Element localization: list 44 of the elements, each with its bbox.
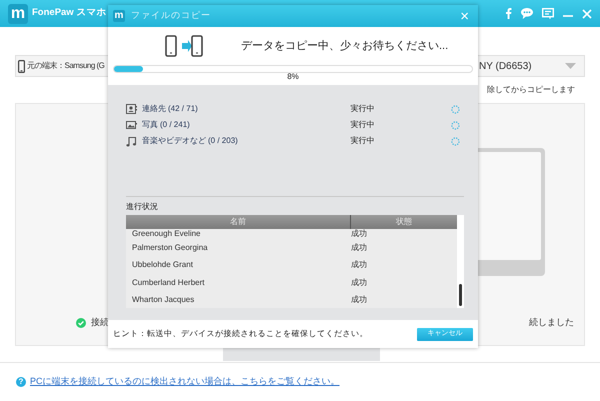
- scrollbar-thumb[interactable]: [459, 284, 462, 306]
- copy-message: データをコピー中、少々お待ちください...: [241, 38, 448, 54]
- help-link[interactable]: PCに端末を接続しているのに検出されない場合は、こちらをご覧ください。: [30, 375, 340, 389]
- chat-icon[interactable]: [521, 8, 533, 19]
- help-icon: ?: [16, 377, 26, 387]
- facebook-icon[interactable]: [505, 8, 512, 19]
- status-cell: 成功: [351, 295, 367, 306]
- contact-name-cell-text: Greenough Eveline: [131, 229, 202, 239]
- dialog-close-button[interactable]: ×: [456, 8, 473, 24]
- transfer-item-label: 連絡先 (42 / 71): [142, 103, 199, 115]
- dialog-logo: m: [113, 10, 125, 22]
- hint-text: ヒント：転送中、デバイスが接続されることを確保してください。: [113, 328, 368, 340]
- app-logo: m: [8, 4, 28, 24]
- transfer-item-status: 実行中: [350, 119, 376, 131]
- app-title: FonePaw スマホ: [32, 6, 106, 20]
- dropdown-caret-icon: [565, 63, 576, 69]
- contact-name-cell-text: Palmerston Georgina: [131, 242, 209, 253]
- status-cell: 成功: [351, 229, 367, 239]
- feedback-icon[interactable]: [542, 8, 554, 19]
- contact-name-cell-text: Wharton Jacques: [131, 295, 196, 306]
- status-cell: 成功: [351, 260, 367, 270]
- phone-icon: [18, 60, 25, 72]
- contact-name-cell-text: Ubbelohde Grant: [131, 260, 194, 270]
- phone-transfer-icon: [165, 35, 203, 57]
- contact-name-cell-text: Cumberland Herbert: [131, 278, 206, 288]
- transfer-item-label: 写真 (0 / 241): [142, 119, 191, 131]
- contact-card-icon: [126, 104, 137, 114]
- transfer-item-status: 実行中: [350, 103, 376, 115]
- check-circle-icon: [76, 318, 86, 328]
- status-cell: 成功: [351, 278, 367, 288]
- close-icon[interactable]: [582, 8, 592, 18]
- transfer-item-label: 音楽やビデオなど (0 / 203): [142, 135, 239, 147]
- transfer-item-status: 実行中: [350, 135, 376, 147]
- progress-reading: 8%: [287, 71, 299, 83]
- target-device-label: NY (D6653): [479, 60, 532, 74]
- dialog-title: ファイルのコピー: [131, 9, 212, 22]
- picture-icon: [126, 120, 137, 130]
- source-device-label: 元の端末：Samsung (G: [27, 60, 104, 72]
- column-header[interactable]: 状態: [351, 215, 457, 229]
- status-cell: 成功: [351, 242, 367, 253]
- music-note-icon: [126, 136, 137, 146]
- copy-note: 除してからコピーします: [487, 84, 575, 96]
- section-title: 進行状況: [126, 201, 159, 213]
- connection-status: 続しました: [529, 316, 574, 329]
